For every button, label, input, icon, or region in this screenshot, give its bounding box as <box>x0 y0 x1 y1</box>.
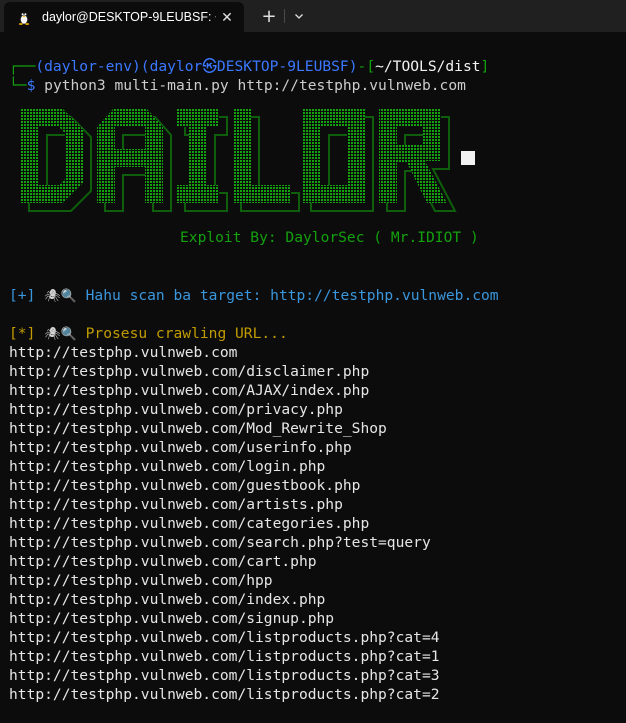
url-item: http://testphp.vulnweb.com/cart.php <box>9 553 317 570</box>
prompt-host: DESKTOP-9LEUBSF <box>216 58 349 75</box>
url-item: http://testphp.vulnweb.com/hpp <box>9 572 273 589</box>
url-item: http://testphp.vulnweb.com/userinfo.php <box>9 439 352 456</box>
prompt-corner-top: ┌── <box>9 58 36 75</box>
url-item: http://testphp.vulnweb.com/listproducts.… <box>9 667 440 684</box>
terminal-prompt: ┌──(daylor-env)(daylor㉿DESKTOP-9LEUBSF)-… <box>9 57 626 95</box>
url-item: http://testphp.vulnweb.com/guestbook.php <box>9 477 361 494</box>
prompt-path: ~/TOOLS/dist <box>375 58 481 75</box>
prompt-user: (daylor <box>140 58 203 75</box>
url-item: http://testphp.vulnweb.com/artists.php <box>9 496 343 513</box>
prompt-corner-bottom: └─ <box>9 77 27 94</box>
title-bar: daylor@DESKTOP-9LEUBSF: ~ ✕ + <box>0 0 626 32</box>
url-item: http://testphp.vulnweb.com/categories.ph… <box>9 515 370 532</box>
prompt-dash: - <box>357 58 367 75</box>
scan-target-line: [+] 🕷🔍 Hahu scan ba target: http://testp… <box>9 286 499 305</box>
url-item: http://testphp.vulnweb.com/listproducts.… <box>9 686 440 703</box>
titlebar-divider <box>284 9 285 23</box>
dropdown-chevron <box>295 14 303 19</box>
url-item: http://testphp.vulnweb.com/index.php <box>9 591 326 608</box>
url-item: http://testphp.vulnweb.com/login.php <box>9 458 326 475</box>
terminal-tab[interactable]: daylor@DESKTOP-9LEUBSF: ~ ✕ <box>4 2 244 32</box>
prompt-line: ┌──(daylor-env)(daylor㉿DESKTOP-9LEUBSF)-… <box>9 57 626 76</box>
url-item: http://testphp.vulnweb.com/privacy.php <box>9 401 343 418</box>
chevron-down-icon[interactable] <box>286 4 312 28</box>
scan-marker: [+] <box>9 287 36 304</box>
dailor-banner-logo <box>21 109 475 212</box>
url-item: http://testphp.vulnweb.com/search.php?te… <box>9 534 431 551</box>
spider-magnifier-icon: 🕷🔍 <box>44 327 77 342</box>
prompt-path-close: ] <box>480 58 490 75</box>
scan-text: Hahu scan ba target: http://testphp.vuln… <box>76 287 499 304</box>
url-item: http://testphp.vulnweb.com/Mod_Rewrite_S… <box>9 420 387 437</box>
crawl-marker: [*] <box>9 325 36 342</box>
prompt-path-open: [ <box>366 58 376 75</box>
url-item: http://testphp.vulnweb.com/listproducts.… <box>9 629 440 646</box>
spider-magnifier-icon: 🕷🔍 <box>44 289 77 304</box>
tab-title: daylor@DESKTOP-9LEUBSF: ~ <box>42 10 216 24</box>
url-item: http://testphp.vulnweb.com/signup.php <box>9 610 335 627</box>
crawl-text: Prosesu crawling URL... <box>76 325 288 342</box>
prompt-env: (daylor-env) <box>35 58 141 75</box>
close-tab-icon[interactable]: ✕ <box>216 6 238 28</box>
prompt-at-symbol: ㉿ <box>202 58 217 75</box>
url-item: http://testphp.vulnweb.com/listproducts.… <box>9 648 440 665</box>
new-tab-button[interactable]: + <box>256 4 282 28</box>
url-item: http://testphp.vulnweb.com/disclaimer.ph… <box>9 363 370 380</box>
crawl-status-line: [*] 🕷🔍 Prosesu crawling URL... <box>9 324 288 343</box>
command-text: python3 multi-main.py http://testphp.vul… <box>35 77 466 94</box>
prompt-close-paren: ) <box>348 58 358 75</box>
command-line[interactable]: └─$ python3 multi-main.py http://testphp… <box>9 76 626 95</box>
url-item: http://testphp.vulnweb.com <box>9 344 238 361</box>
crawled-url-list: http://testphp.vulnweb.com http://testph… <box>9 343 440 704</box>
banner-credit: Exploit By: DaylorSec ( Mr.IDIOT ) <box>180 229 479 246</box>
linux-tux-icon <box>18 11 30 25</box>
url-item: http://testphp.vulnweb.com/AJAX/index.ph… <box>9 382 370 399</box>
